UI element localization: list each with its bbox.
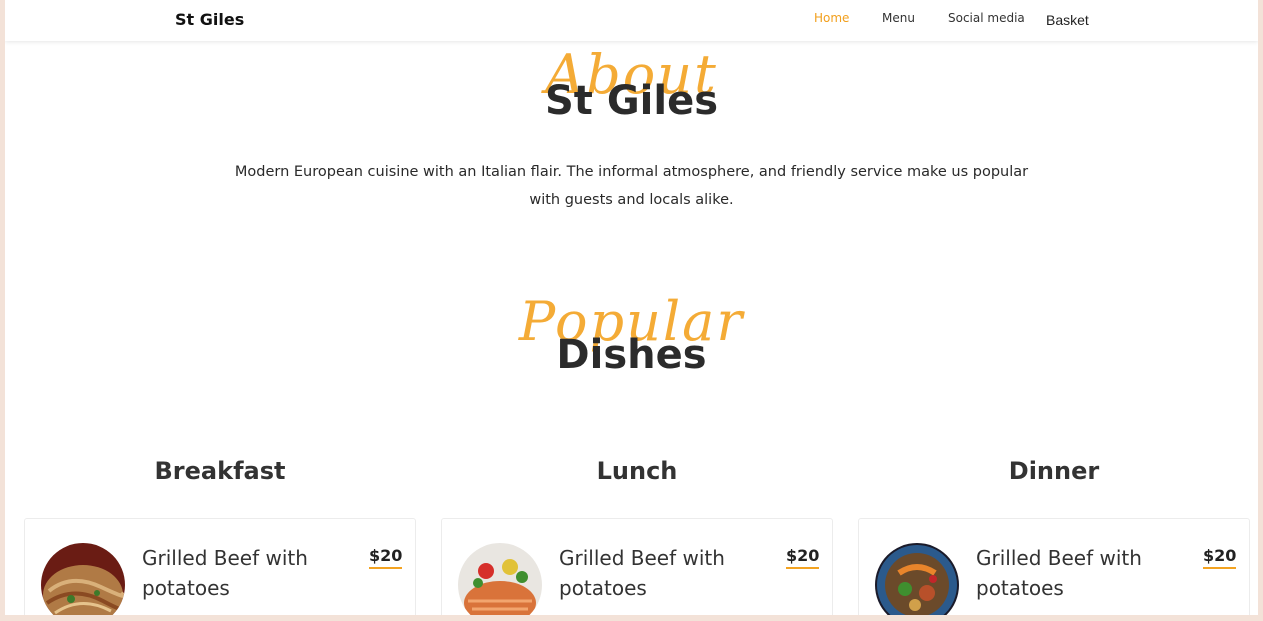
nav-menu-link[interactable]: Menu xyxy=(882,11,915,25)
top-navbar: St Giles Home Menu Social media Basket xyxy=(5,0,1258,41)
noodles-dish-image xyxy=(41,543,125,615)
dish-title: Grilled Beef with potatoes xyxy=(976,546,1142,600)
category-lunch-title: Lunch xyxy=(596,457,678,485)
nav-social-media-link[interactable]: Social media xyxy=(948,11,1025,25)
about-heading: About St Giles xyxy=(5,38,1258,148)
nav-links: Home Menu Social media Basket xyxy=(5,11,1258,31)
nav-home-link[interactable]: Home xyxy=(814,11,849,25)
dish-price: $20 xyxy=(1203,546,1237,569)
dish-card-lunch[interactable]: Grilled Beef with potatoes $20 xyxy=(441,518,833,615)
dish-card-dinner[interactable]: Grilled Beef with potatoes $20 xyxy=(858,518,1250,615)
page: St Giles Home Menu Social media Basket A… xyxy=(5,0,1258,615)
dish-title: Grilled Beef with potatoes xyxy=(142,546,308,600)
dish-price: $20 xyxy=(369,546,403,569)
salmon-dish-image xyxy=(458,543,542,615)
about-description: Modern European cuisine with an Italian … xyxy=(5,158,1258,214)
about-description-line-1: Modern European cuisine with an Italian … xyxy=(234,164,1029,180)
page-bottom-border xyxy=(0,615,1263,621)
dish-card-breakfast[interactable]: Grilled Beef with potatoes $20 xyxy=(24,518,416,615)
salad-bowl-dish-image xyxy=(875,543,959,615)
nav-basket-link[interactable]: Basket xyxy=(1046,12,1089,28)
popular-heading: Popular Dishes xyxy=(5,286,1258,396)
category-breakfast-title: Breakfast xyxy=(154,457,286,485)
about-description-line-2: with guests and locals alike. xyxy=(529,192,734,208)
about-title: St Giles xyxy=(544,78,719,124)
dish-price: $20 xyxy=(786,546,820,569)
popular-title: Dishes xyxy=(556,332,707,378)
category-dinner-title: Dinner xyxy=(1008,457,1100,485)
dish-title: Grilled Beef with potatoes xyxy=(559,546,725,600)
